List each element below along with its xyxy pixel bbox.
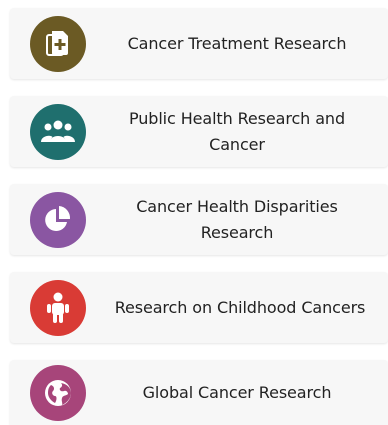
people-group-icon [30,103,86,160]
topic-label: Research on Childhood Cancers [114,297,366,317]
topic-label: Cancer Treatment Research [127,33,347,53]
treatment-document-plus-icon [30,15,86,72]
research-topics-list: Cancer Treatment Research Public Health … [0,0,388,425]
topic-card-global-cancer-research[interactable]: Global Cancer Research [10,360,388,425]
child-icon [30,279,86,336]
topic-label: Cancer Health Disparities Research [136,196,338,242]
topic-card-cancer-treatment-research[interactable]: Cancer Treatment Research [10,8,388,79]
topic-card-public-health-research[interactable]: Public Health Research and Cancer [10,96,388,167]
pie-chart-icon [30,191,86,248]
topic-card-cancer-health-disparities-research[interactable]: Cancer Health Disparities Research [10,184,388,255]
topic-label: Global Cancer Research [142,382,332,402]
topic-card-research-on-childhood-cancers[interactable]: Research on Childhood Cancers [10,272,388,343]
globe-icon [30,364,86,421]
topic-label: Public Health Research and Cancer [128,108,346,154]
